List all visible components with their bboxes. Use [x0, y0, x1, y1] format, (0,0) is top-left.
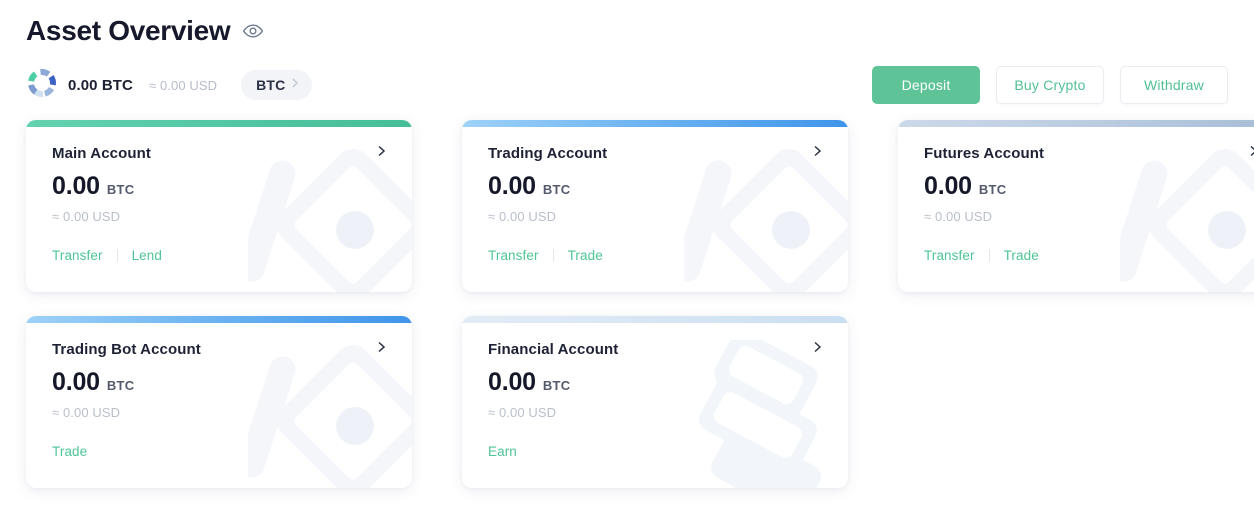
page-title: Asset Overview [26, 15, 231, 46]
link-separator [552, 249, 554, 262]
card-link-transfer[interactable]: Transfer [52, 248, 103, 263]
account-card-slot: Trading Account 0.00 BTC ≈ 0.00 USD Tran… [462, 120, 848, 292]
card-header: Financial Account [488, 340, 824, 359]
account-name: Trading Account [488, 145, 608, 162]
card-header: Trading Account [488, 144, 824, 163]
balance-usd: ≈ 0.00 USD [52, 405, 121, 420]
card-link-trade[interactable]: Trade [52, 444, 87, 459]
account-name: Main Account [52, 145, 151, 162]
card-link-earn[interactable]: Earn [488, 444, 517, 459]
balance-unit: BTC [542, 182, 571, 197]
total-balance-usd: ≈ 0.00 USD [149, 77, 218, 93]
accounts-grid: Main Account 0.00 BTC ≈ 0.00 USD Transfe… [0, 120, 1254, 488]
balance-value: 0.00 [52, 368, 100, 396]
eye-icon[interactable] [242, 20, 264, 47]
account-balance: 0.00 BTC [488, 368, 824, 397]
account-card-slot: Main Account 0.00 BTC ≈ 0.00 USD Transfe… [26, 120, 412, 292]
account-balance: 0.00 BTC [52, 172, 388, 201]
account-name: Financial Account [488, 341, 619, 358]
balance-usd: ≈ 0.00 USD [488, 405, 557, 420]
account-card[interactable]: Futures Account 0.00 BTC ≈ 0.00 USD Tran… [898, 120, 1254, 292]
buy-crypto-button[interactable]: Buy Crypto [996, 66, 1104, 104]
account-balance: 0.00 BTC [52, 368, 388, 397]
card-actions: Transfer Trade [488, 248, 824, 263]
asset-overview-page: Asset Overview 0.00 BTC ≈ 0.00 USD BTC D… [0, 0, 1254, 516]
card-header: Main Account [52, 144, 388, 163]
card-link-trade[interactable]: Trade [1004, 248, 1039, 263]
balance-value: 0.00 [924, 172, 972, 200]
card-actions: Transfer Lend [52, 248, 388, 263]
chevron-right-icon [290, 76, 300, 94]
account-balance: 0.00 BTC [924, 172, 1254, 201]
balance-unit: BTC [978, 182, 1007, 197]
coin-selector-label: BTC [256, 77, 286, 93]
account-card-slot: Trading Bot Account 0.00 BTC ≈ 0.00 USD … [26, 316, 412, 488]
account-card[interactable]: Main Account 0.00 BTC ≈ 0.00 USD Transfe… [26, 120, 412, 292]
balance-value: 0.00 [488, 172, 536, 200]
account-name: Futures Account [924, 145, 1045, 162]
link-separator [116, 249, 118, 262]
balance-unit: BTC [542, 378, 571, 393]
chevron-right-icon[interactable] [811, 144, 824, 163]
balance-value: 0.00 [52, 172, 100, 200]
account-card[interactable]: Trading Bot Account 0.00 BTC ≈ 0.00 USD … [26, 316, 412, 488]
card-actions: Trade [52, 444, 388, 459]
summary-left: 0.00 BTC ≈ 0.00 USD BTC [26, 67, 313, 104]
card-body: Financial Account 0.00 BTC ≈ 0.00 USD Ea… [462, 316, 848, 488]
card-link-transfer[interactable]: Transfer [488, 248, 539, 263]
donut-chart-icon [26, 67, 58, 104]
card-actions: Transfer Trade [924, 248, 1254, 263]
card-header: Trading Bot Account [52, 340, 388, 359]
card-link-lend[interactable]: Lend [132, 248, 162, 263]
card-actions: Earn [488, 444, 824, 459]
balance-value: 0.00 [488, 368, 536, 396]
chevron-right-icon[interactable] [811, 340, 824, 359]
balance-usd: ≈ 0.00 USD [488, 209, 557, 224]
chevron-right-icon[interactable] [375, 340, 388, 359]
deposit-button[interactable]: Deposit [872, 66, 980, 104]
balance-unit: BTC [106, 182, 135, 197]
card-body: Trading Bot Account 0.00 BTC ≈ 0.00 USD … [26, 316, 412, 488]
card-link-trade[interactable]: Trade [568, 248, 603, 263]
balance-usd: ≈ 0.00 USD [52, 209, 121, 224]
account-balance: 0.00 BTC [488, 172, 824, 201]
withdraw-button[interactable]: Withdraw [1120, 66, 1228, 104]
card-body: Futures Account 0.00 BTC ≈ 0.00 USD Tran… [898, 120, 1254, 292]
summary-actions: Deposit Buy Crypto Withdraw [872, 66, 1228, 104]
card-body: Main Account 0.00 BTC ≈ 0.00 USD Transfe… [26, 120, 412, 292]
account-card-slot: Financial Account 0.00 BTC ≈ 0.00 USD Ea… [462, 316, 848, 488]
balance-usd: ≈ 0.00 USD [924, 209, 993, 224]
link-separator [988, 249, 990, 262]
chevron-right-icon[interactable] [375, 144, 388, 163]
coin-selector-chip[interactable]: BTC [241, 70, 313, 100]
account-card[interactable]: Financial Account 0.00 BTC ≈ 0.00 USD Ea… [462, 316, 848, 488]
card-link-transfer[interactable]: Transfer [924, 248, 975, 263]
page-header: Asset Overview [0, 0, 1254, 48]
account-card[interactable]: Trading Account 0.00 BTC ≈ 0.00 USD Tran… [462, 120, 848, 292]
chevron-right-icon[interactable] [1247, 144, 1254, 163]
card-header: Futures Account [924, 144, 1254, 163]
account-card-slot: Futures Account 0.00 BTC ≈ 0.00 USD Tran… [898, 120, 1254, 292]
card-body: Trading Account 0.00 BTC ≈ 0.00 USD Tran… [462, 120, 848, 292]
total-balance: 0.00 BTC [68, 76, 133, 94]
account-name: Trading Bot Account [52, 341, 201, 358]
balance-unit: BTC [106, 378, 135, 393]
summary-row: 0.00 BTC ≈ 0.00 USD BTC Deposit Buy Cryp… [0, 48, 1254, 104]
